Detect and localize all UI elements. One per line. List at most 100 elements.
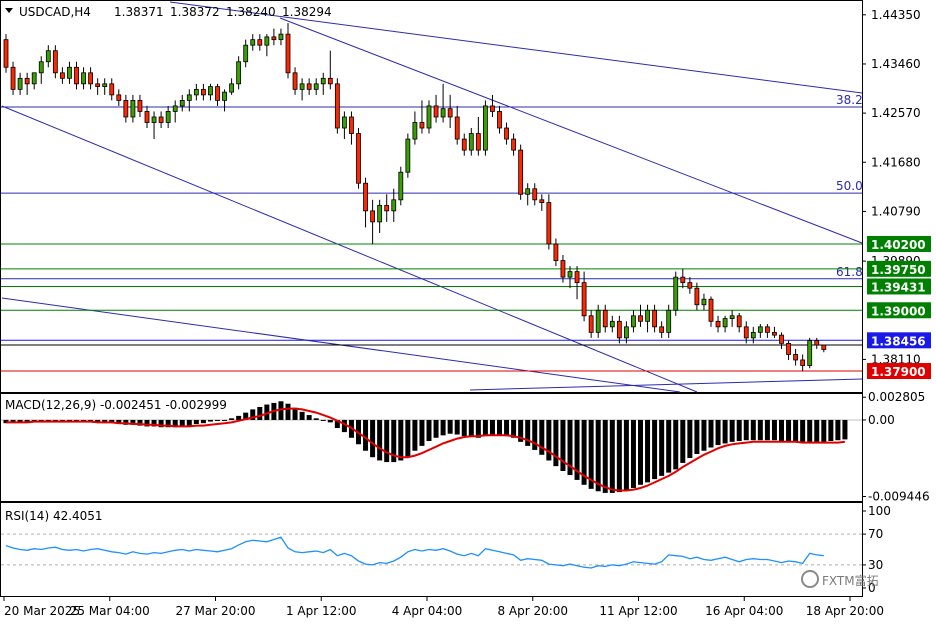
time-axis: 20 Mar 202525 Mar 04:00 27 Mar 20:00 1 Apr… — [3, 597, 884, 618]
candle-body — [327, 77, 333, 85]
candle-body — [151, 116, 157, 123]
candle-body — [743, 326, 749, 339]
macd-histogram-bar — [680, 419, 686, 463]
chart-canvas: 38.2 50.0 61.8 1.44350 1.43460 1.42570 1.4168… — [0, 0, 931, 618]
candle-body — [433, 105, 439, 118]
macd-histogram-bar — [673, 419, 679, 470]
macd-histogram-bar — [377, 419, 383, 461]
macd-histogram-bar — [257, 406, 263, 420]
candle-body — [750, 331, 756, 339]
macd-histogram-bar — [320, 419, 326, 421]
candle-body — [292, 72, 298, 90]
candle-body — [356, 133, 361, 184]
price-tick-label: 1.42570 — [871, 106, 921, 120]
macd-histogram-bar — [722, 419, 728, 444]
macd-histogram-bar — [800, 419, 806, 442]
macd-histogram-bar — [729, 419, 735, 442]
macd-histogram-bar — [828, 419, 834, 442]
time-tick-label: 18 Apr 20:00 — [806, 604, 884, 618]
macd-tick-label: -0.009446 — [868, 490, 930, 504]
macd-histogram-bar — [454, 419, 460, 435]
fib-level-label: 38.2 — [836, 93, 863, 107]
macd-histogram-bar — [771, 419, 777, 441]
candle-body — [800, 359, 806, 366]
macd-histogram-bar — [222, 419, 228, 421]
macd-histogram-bar — [793, 419, 799, 442]
price-tick-label: 1.41680 — [871, 155, 921, 169]
candlestick — [3, 34, 9, 73]
candle-body — [511, 138, 517, 151]
candle-body — [659, 326, 665, 333]
candle-body — [158, 116, 164, 123]
macd-histogram-bar — [440, 419, 446, 436]
candle-body — [638, 315, 643, 322]
macd-histogram-bar — [553, 419, 559, 467]
candle-body — [574, 271, 580, 284]
macd-histogram-bar — [461, 419, 467, 437]
candle-body — [461, 138, 467, 151]
time-tick-label: 20 Mar 2025 — [4, 604, 80, 618]
watermark-text: FXTM富拓 — [822, 573, 879, 588]
macd-histogram-bar — [630, 419, 636, 489]
rsi-tick-label: 100 — [868, 504, 891, 518]
macd-histogram-bar — [186, 419, 192, 426]
macd-histogram-bar — [497, 419, 502, 436]
macd-label: MACD(12,26,9) -0.002451 -0.002999 — [5, 398, 227, 412]
candle-body — [243, 44, 249, 63]
candle-body — [172, 105, 178, 112]
candle-body — [765, 326, 770, 333]
candle-body — [687, 282, 693, 289]
candle-body — [821, 344, 827, 350]
candle-body — [123, 100, 129, 118]
level-tag-label: 1.39431 — [871, 280, 926, 294]
candle-body — [624, 326, 629, 339]
ohlc-low: 1.38240 — [226, 5, 276, 19]
time-tick-label: 16 Apr 04:00 — [705, 604, 783, 618]
candle-body — [10, 66, 16, 90]
candle-body — [363, 182, 368, 212]
time-tick-label: 8 Apr 20:00 — [497, 604, 568, 618]
candle-body — [497, 111, 502, 129]
macd-histogram-bar — [489, 419, 495, 436]
candlestick — [807, 337, 813, 369]
macd-histogram-bar — [623, 419, 629, 491]
candle-body — [229, 83, 235, 93]
macd-histogram-bar — [743, 419, 749, 441]
candle-body — [384, 204, 390, 212]
macd-histogram-bar — [807, 419, 813, 442]
macd-histogram-bar — [504, 419, 510, 437]
symbol-label[interactable]: USDCAD,H4 — [19, 5, 91, 19]
candle-body — [313, 83, 319, 90]
candle-body — [179, 100, 185, 107]
macd-histogram-bar — [814, 419, 820, 442]
candle-body — [341, 116, 347, 129]
macd-histogram-bar — [215, 419, 220, 421]
macd-histogram-bar — [398, 419, 404, 461]
macd-histogram-bar — [835, 419, 841, 441]
candle-body — [631, 315, 636, 328]
candlestick — [518, 144, 524, 200]
macd-histogram-bar — [405, 419, 411, 457]
candle-body — [215, 86, 220, 101]
candle-body — [518, 149, 524, 195]
time-tick-label: 4 Apr 04:00 — [392, 604, 463, 618]
candle-body — [391, 199, 397, 212]
candle-body — [45, 50, 51, 63]
macd-histogram-bar — [207, 419, 213, 422]
candle-body — [306, 83, 312, 90]
candlestick — [405, 133, 411, 178]
candle-body — [38, 61, 44, 74]
macd-histogram-bar — [666, 419, 672, 473]
candle-body — [757, 326, 763, 333]
candle-body — [595, 309, 601, 333]
candle-body — [588, 315, 594, 333]
level-tag-label: 1.37900 — [871, 365, 926, 379]
price-tick-label: 1.44350 — [871, 8, 921, 22]
level-tag-label: 1.40200 — [871, 238, 926, 252]
candle-body — [532, 188, 538, 201]
candle-body — [24, 77, 30, 85]
candle-body — [729, 315, 735, 319]
candle-body — [419, 122, 425, 129]
candle-body — [257, 39, 263, 46]
macd-histogram-bar — [616, 419, 622, 493]
